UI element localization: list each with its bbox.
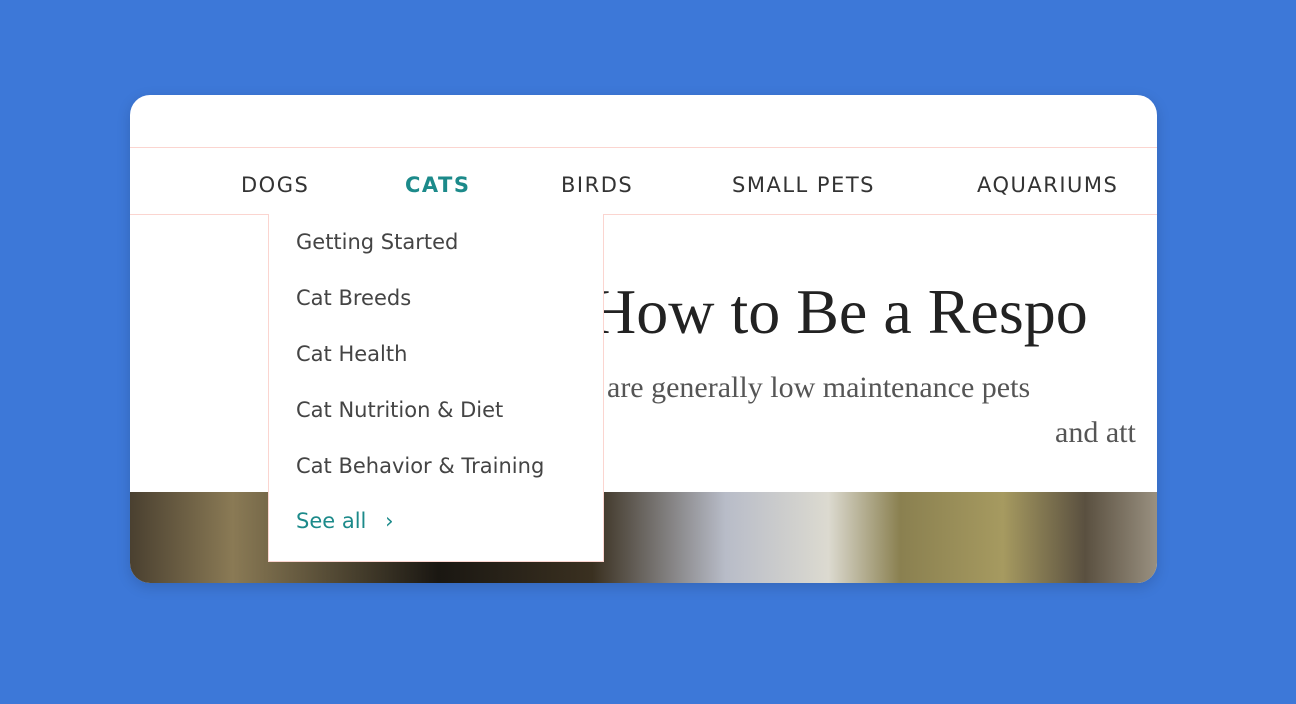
page-card: DOGS CATS BIRDS SMALL PETS AQUARIUMS How…	[130, 95, 1157, 583]
see-all-label: See all	[296, 509, 367, 533]
nav-item-dogs[interactable]: DOGS	[241, 173, 309, 197]
main-nav: DOGS CATS BIRDS SMALL PETS AQUARIUMS	[130, 147, 1157, 215]
menu-item-cat-nutrition[interactable]: Cat Nutrition & Diet	[296, 398, 503, 422]
chevron-right-icon: ›	[385, 509, 394, 533]
page-title: How to Be a Respo	[590, 276, 1088, 347]
menu-item-cat-breeds[interactable]: Cat Breeds	[296, 286, 411, 310]
menu-item-cat-behavior[interactable]: Cat Behavior & Training	[296, 454, 544, 478]
nav-item-birds[interactable]: BIRDS	[561, 173, 633, 197]
page-subtitle-line2: and att	[1055, 416, 1136, 449]
menu-item-cat-health[interactable]: Cat Health	[296, 342, 407, 366]
cats-dropdown-menu: Getting Started Cat Breeds Cat Health Ca…	[268, 214, 604, 562]
nav-item-small-pets[interactable]: SMALL PETS	[732, 173, 875, 197]
page-subtitle-line1: are generally low maintenance pets	[607, 371, 1031, 404]
nav-item-cats[interactable]: CATS	[405, 173, 470, 197]
menu-item-getting-started[interactable]: Getting Started	[296, 230, 458, 254]
nav-item-aquariums[interactable]: AQUARIUMS	[977, 173, 1118, 197]
see-all-link[interactable]: See all ›	[296, 509, 393, 533]
